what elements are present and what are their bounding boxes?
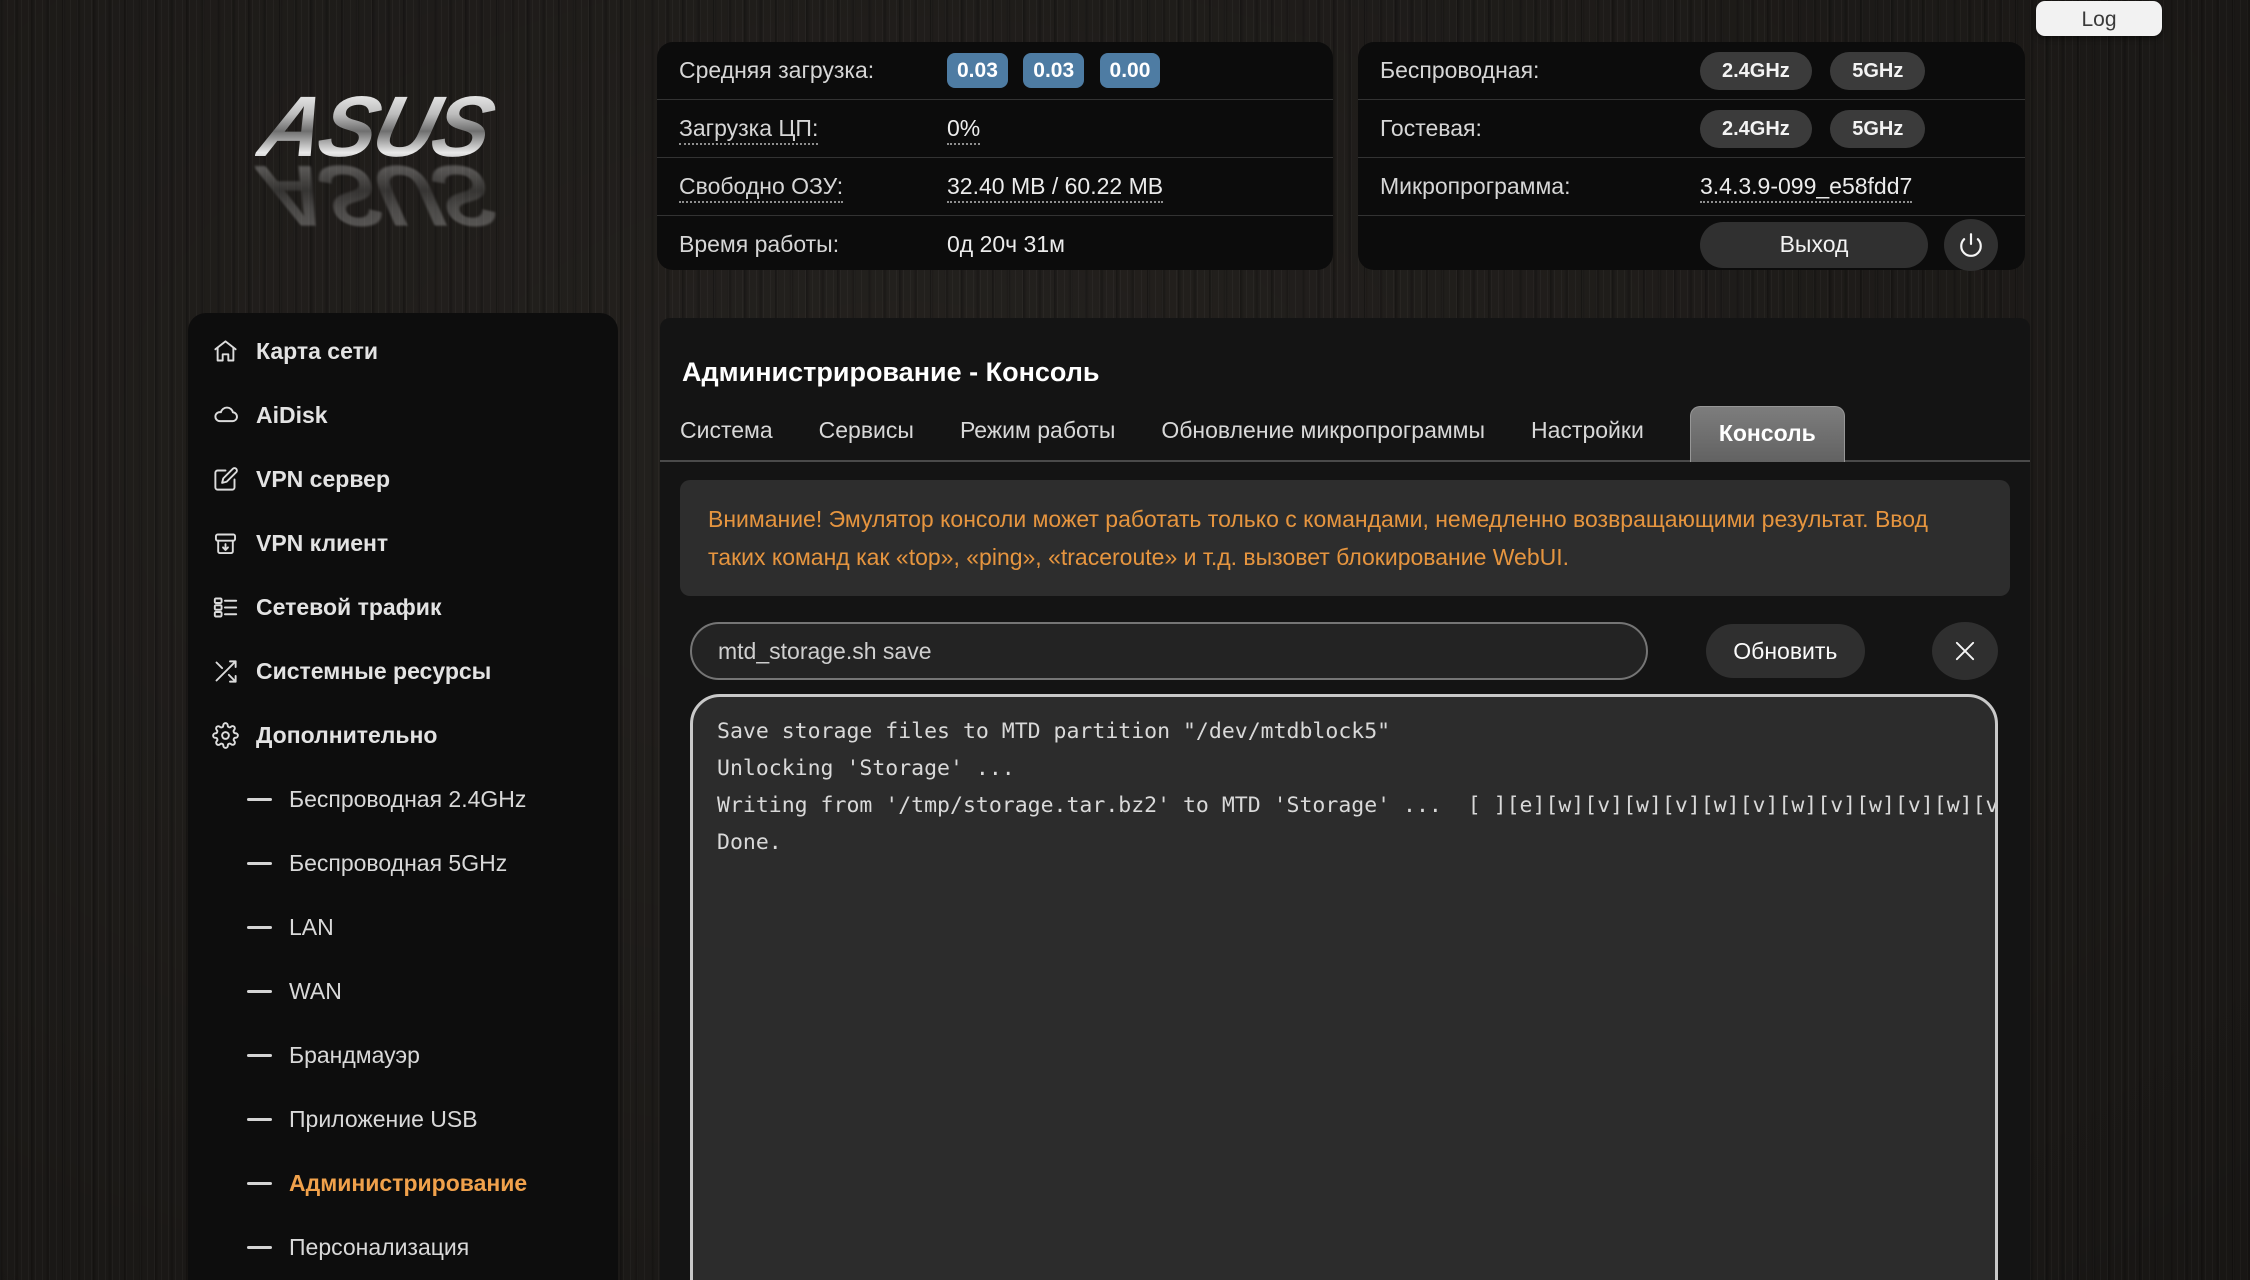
tab-operation-mode[interactable]: Режим работы [960, 417, 1115, 460]
tab-services[interactable]: Сервисы [819, 417, 914, 460]
cpu-usage-label: Загрузка ЦП: [679, 115, 947, 145]
tab-bar: Система Сервисы Режим работы Обновление … [660, 406, 2030, 463]
load-badge-1: 0.03 [947, 53, 1008, 88]
logout-row: Выход [1358, 216, 2025, 273]
main-content: Администрирование - Консоль Система Серв… [660, 318, 2030, 1280]
wireless-row: Беспроводная: 2.4GHz 5GHz [1358, 42, 2025, 100]
free-ram-row: Свободно ОЗУ: 32.40 MB / 60.22 MB [657, 158, 1333, 216]
log-button[interactable]: Log [2036, 1, 2162, 36]
wireless-bands: 2.4GHz 5GHz [1700, 51, 1937, 90]
console-line: Writing from '/tmp/storage.tar.bz2' to M… [717, 793, 1998, 819]
system-stats-panel: Средняя загрузка: 0.03 0.03 0.00 Загрузк… [657, 42, 1333, 270]
dash-icon [247, 1117, 272, 1121]
sidebar-subitem-wireless-24[interactable]: Беспроводная 2.4GHz [188, 767, 618, 831]
gear-icon [212, 721, 239, 749]
uptime-value: 0д 20ч 31м [947, 231, 1065, 257]
sidebar-subitem-lan[interactable]: LAN [188, 895, 618, 959]
shuffle-icon [215, 659, 237, 683]
dash-icon [247, 1053, 272, 1057]
load-badge-2: 0.03 [1023, 53, 1085, 88]
command-input[interactable] [690, 622, 1648, 681]
dash-icon [247, 861, 272, 865]
logout-button[interactable]: Выход [1700, 221, 1928, 268]
wireless-label: Беспроводная: [1380, 57, 1540, 83]
wireless-24ghz-button[interactable]: 2.4GHz [1700, 51, 1812, 90]
reboot-button[interactable] [1944, 218, 1998, 271]
asus-logo: ASUS ASUS [250, 79, 562, 243]
dash-icon [247, 797, 272, 801]
guest-row: Гостевая: 2.4GHz 5GHz [1358, 100, 2025, 158]
cpu-usage-row: Загрузка ЦП: 0% [657, 100, 1333, 158]
free-ram-value[interactable]: 32.40 MB / 60.22 MB [947, 173, 1164, 203]
load-average-label: Средняя загрузка: [679, 57, 875, 83]
clear-button[interactable] [1932, 622, 1998, 681]
tab-firmware-upgrade[interactable]: Обновление микропрограммы [1161, 417, 1485, 460]
sidebar-nav: Карта сети AiDisk VPN сервер VPN клиент … [188, 313, 618, 1280]
wireless-panel: Беспроводная: 2.4GHz 5GHz Гостевая: 2.4G… [1358, 42, 2025, 273]
console-line: Save storage files to MTD partition "/de… [717, 719, 1391, 745]
console-output[interactable]: Save storage files to MTD partition "/de… [690, 694, 1998, 1280]
firmware-row: Микропрограмма: 3.4.3.9-099_e58fdd7 [1358, 158, 2025, 216]
vpn-client-icon [214, 533, 237, 554]
asus-logo-reflection: ASUS [250, 147, 572, 243]
console-warning-text: Внимание! Эмулятор консоли может работат… [680, 480, 2010, 597]
load-average-row: Средняя загрузка: 0.03 0.03 0.00 [657, 42, 1333, 100]
vpn-server-icon [214, 466, 238, 491]
power-icon [1960, 232, 1982, 257]
firmware-label: Микропрограмма: [1380, 173, 1571, 199]
guest-5ghz-button[interactable]: 5GHz [1830, 109, 1926, 148]
load-badge-3: 0.00 [1099, 53, 1161, 88]
sidebar-item-network-traffic[interactable]: Сетевой трафик [188, 575, 618, 639]
tab-system[interactable]: Система [680, 417, 773, 460]
home-icon [214, 339, 237, 361]
uptime-row: Время работы: 0д 20ч 31м [657, 216, 1333, 273]
console-line: Done. [717, 830, 782, 856]
guest-bands: 2.4GHz 5GHz [1700, 109, 1937, 148]
cloud-icon [214, 406, 238, 422]
dash-icon [247, 1181, 272, 1185]
uptime-label: Время работы: [679, 231, 840, 257]
firmware-version-link[interactable]: 3.4.3.9-099_e58fdd7 [1700, 173, 1913, 203]
free-ram-label: Свободно ОЗУ: [679, 173, 947, 203]
dash-icon [247, 1245, 272, 1249]
sidebar-item-vpn-client[interactable]: VPN клиент [188, 511, 618, 575]
refresh-button[interactable]: Обновить [1705, 624, 1866, 679]
sidebar-subitem-administration[interactable]: Администрирование [188, 1151, 618, 1215]
guest-label: Гостевая: [1380, 115, 1482, 141]
tab-console[interactable]: Консоль [1689, 406, 1845, 463]
page-title: Администрирование - Консоль [682, 357, 1100, 388]
dash-icon [247, 925, 272, 929]
sidebar-item-network-map[interactable]: Карта сети [188, 319, 618, 383]
command-row: Обновить [690, 622, 1998, 681]
load-average-values: 0.03 0.03 0.00 [947, 53, 1169, 88]
wireless-5ghz-button[interactable]: 5GHz [1830, 51, 1926, 90]
close-icon [1955, 642, 1975, 661]
sidebar-subitem-usb-app[interactable]: Приложение USB [188, 1087, 618, 1151]
sidebar-item-vpn-server[interactable]: VPN сервер [188, 447, 618, 511]
sidebar-item-aidisk[interactable]: AiDisk [188, 383, 618, 447]
router-admin-page: Log ASUS ASUS Средняя загрузка: 0.03 0.0… [0, 0, 2250, 1280]
sidebar-subitem-wan[interactable]: WAN [188, 959, 618, 1023]
sidebar-subitem-firewall[interactable]: Брандмауэр [188, 1023, 618, 1087]
guest-24ghz-button[interactable]: 2.4GHz [1700, 109, 1812, 148]
sidebar-item-advanced[interactable]: Дополнительно [188, 703, 618, 767]
traffic-icon [213, 597, 238, 617]
dash-icon [247, 989, 272, 993]
console-line: Unlocking 'Storage' ... [717, 756, 1015, 782]
sidebar-item-system-resources[interactable]: Системные ресурсы [188, 639, 618, 703]
sidebar-subitem-personalization[interactable]: Персонализация [188, 1215, 618, 1279]
sidebar-subitem-wireless-5[interactable]: Беспроводная 5GHz [188, 831, 618, 895]
tab-settings[interactable]: Настройки [1531, 417, 1644, 460]
cpu-usage-value[interactable]: 0% [947, 115, 981, 145]
